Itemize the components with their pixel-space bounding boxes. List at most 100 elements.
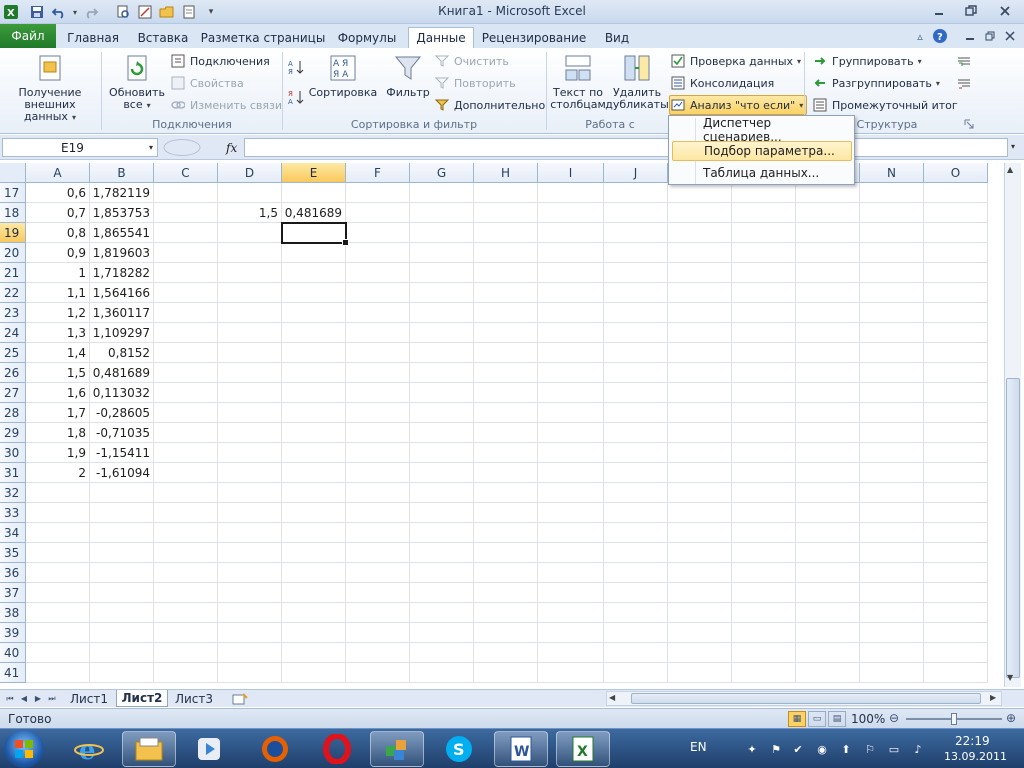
cell-k37[interactable] <box>668 583 732 603</box>
cell-j41[interactable] <box>604 663 668 683</box>
row-header[interactable]: 32 <box>0 483 26 503</box>
sort-za-button[interactable]: ЯА <box>288 88 308 106</box>
cell-i24[interactable] <box>538 323 604 343</box>
cell-m41[interactable] <box>796 663 860 683</box>
outline-dialog-launcher-icon[interactable] <box>964 118 974 130</box>
clock-date[interactable]: 13.09.2011 <box>944 750 1007 763</box>
cell-a30[interactable]: 1,9 <box>26 443 90 463</box>
column-header-n[interactable]: N <box>860 163 924 183</box>
cell-i33[interactable] <box>538 503 604 523</box>
cell-n22[interactable] <box>860 283 924 303</box>
cell-g17[interactable] <box>410 183 474 203</box>
cell-a25[interactable]: 1,4 <box>26 343 90 363</box>
tab-home[interactable]: Главная <box>60 27 126 48</box>
tab-page-layout[interactable]: Разметка страницы <box>200 27 326 48</box>
cell-b36[interactable] <box>90 563 154 583</box>
tray-action-center-icon[interactable]: ⚐ <box>862 741 878 757</box>
explorer-icon[interactable] <box>122 731 176 767</box>
cell-m23[interactable] <box>796 303 860 323</box>
column-header-a[interactable]: A <box>26 163 90 183</box>
menu-item-scenario-manager[interactable]: Диспетчер сценариев... <box>672 116 852 144</box>
cell-h39[interactable] <box>474 623 538 643</box>
row-header[interactable]: 40 <box>0 643 26 663</box>
what-if-analysis-button[interactable]: Анализ "что если" ▾ <box>669 95 808 115</box>
cell-c26[interactable] <box>154 363 218 383</box>
cell-c34[interactable] <box>154 523 218 543</box>
cell-d27[interactable] <box>218 383 282 403</box>
cell-o32[interactable] <box>924 483 988 503</box>
cell-f19[interactable] <box>346 223 410 243</box>
cell-c31[interactable] <box>154 463 218 483</box>
cell-i29[interactable] <box>538 423 604 443</box>
internet-explorer-icon[interactable]: e <box>62 731 116 767</box>
group-button[interactable]: Группировать ▾ <box>812 52 922 70</box>
cell-h20[interactable] <box>474 243 538 263</box>
column-header-g[interactable]: G <box>410 163 474 183</box>
cell-d30[interactable] <box>218 443 282 463</box>
cell-f32[interactable] <box>346 483 410 503</box>
cell-g31[interactable] <box>410 463 474 483</box>
cell-o39[interactable] <box>924 623 988 643</box>
cell-k20[interactable] <box>668 243 732 263</box>
insert-sheet-icon[interactable] <box>226 690 254 707</box>
cell-k30[interactable] <box>668 443 732 463</box>
row-header[interactable]: 18 <box>0 203 26 223</box>
cell-d39[interactable] <box>218 623 282 643</box>
cell-n34[interactable] <box>860 523 924 543</box>
cell-n33[interactable] <box>860 503 924 523</box>
cell-j17[interactable] <box>604 183 668 203</box>
cell-d35[interactable] <box>218 543 282 563</box>
cell-f24[interactable] <box>346 323 410 343</box>
cell-k24[interactable] <box>668 323 732 343</box>
row-header[interactable]: 29 <box>0 423 26 443</box>
hide-detail-button[interactable] <box>956 74 976 92</box>
column-header-d[interactable]: D <box>218 163 282 183</box>
cell-l31[interactable] <box>732 463 796 483</box>
cell-f27[interactable] <box>346 383 410 403</box>
cell-m29[interactable] <box>796 423 860 443</box>
minimize-ribbon-icon[interactable]: ▵ <box>912 28 928 44</box>
cell-f33[interactable] <box>346 503 410 523</box>
cell-f34[interactable] <box>346 523 410 543</box>
cell-i37[interactable] <box>538 583 604 603</box>
cell-h41[interactable] <box>474 663 538 683</box>
cell-n31[interactable] <box>860 463 924 483</box>
cell-k39[interactable] <box>668 623 732 643</box>
cell-m26[interactable] <box>796 363 860 383</box>
cell-f22[interactable] <box>346 283 410 303</box>
cell-o36[interactable] <box>924 563 988 583</box>
select-all-corner[interactable] <box>0 163 26 183</box>
cell-i38[interactable] <box>538 603 604 623</box>
cell-i21[interactable] <box>538 263 604 283</box>
ungroup-button[interactable]: Разгруппировать ▾ <box>812 74 940 92</box>
cell-c32[interactable] <box>154 483 218 503</box>
column-header-j[interactable]: J <box>604 163 668 183</box>
formula-input[interactable] <box>244 138 1008 157</box>
cell-j38[interactable] <box>604 603 668 623</box>
properties-button[interactable]: Свойства <box>170 74 244 92</box>
consolidate-button[interactable]: Консолидация <box>670 74 774 92</box>
cell-o23[interactable] <box>924 303 988 323</box>
doc-minimize-icon[interactable] <box>962 28 978 44</box>
cell-j28[interactable] <box>604 403 668 423</box>
cell-g35[interactable] <box>410 543 474 563</box>
cell-h35[interactable] <box>474 543 538 563</box>
cell-h19[interactable] <box>474 223 538 243</box>
cell-d41[interactable] <box>218 663 282 683</box>
cell-o41[interactable] <box>924 663 988 683</box>
cell-e22[interactable] <box>282 283 346 303</box>
expand-formula-bar-icon[interactable]: ▾ <box>1011 142 1015 151</box>
doc-close-icon[interactable] <box>1002 28 1018 44</box>
cell-n37[interactable] <box>860 583 924 603</box>
cell-b39[interactable] <box>90 623 154 643</box>
cell-b26[interactable]: 0,481689 <box>90 363 154 383</box>
tray-shield-icon[interactable]: ✔ <box>790 741 806 757</box>
cell-i20[interactable] <box>538 243 604 263</box>
tab-formulas[interactable]: Формулы <box>330 27 404 48</box>
cell-m35[interactable] <box>796 543 860 563</box>
sort-az-button[interactable]: АЯ <box>288 58 308 76</box>
cell-g39[interactable] <box>410 623 474 643</box>
cell-a36[interactable] <box>26 563 90 583</box>
cell-e31[interactable] <box>282 463 346 483</box>
cell-h22[interactable] <box>474 283 538 303</box>
